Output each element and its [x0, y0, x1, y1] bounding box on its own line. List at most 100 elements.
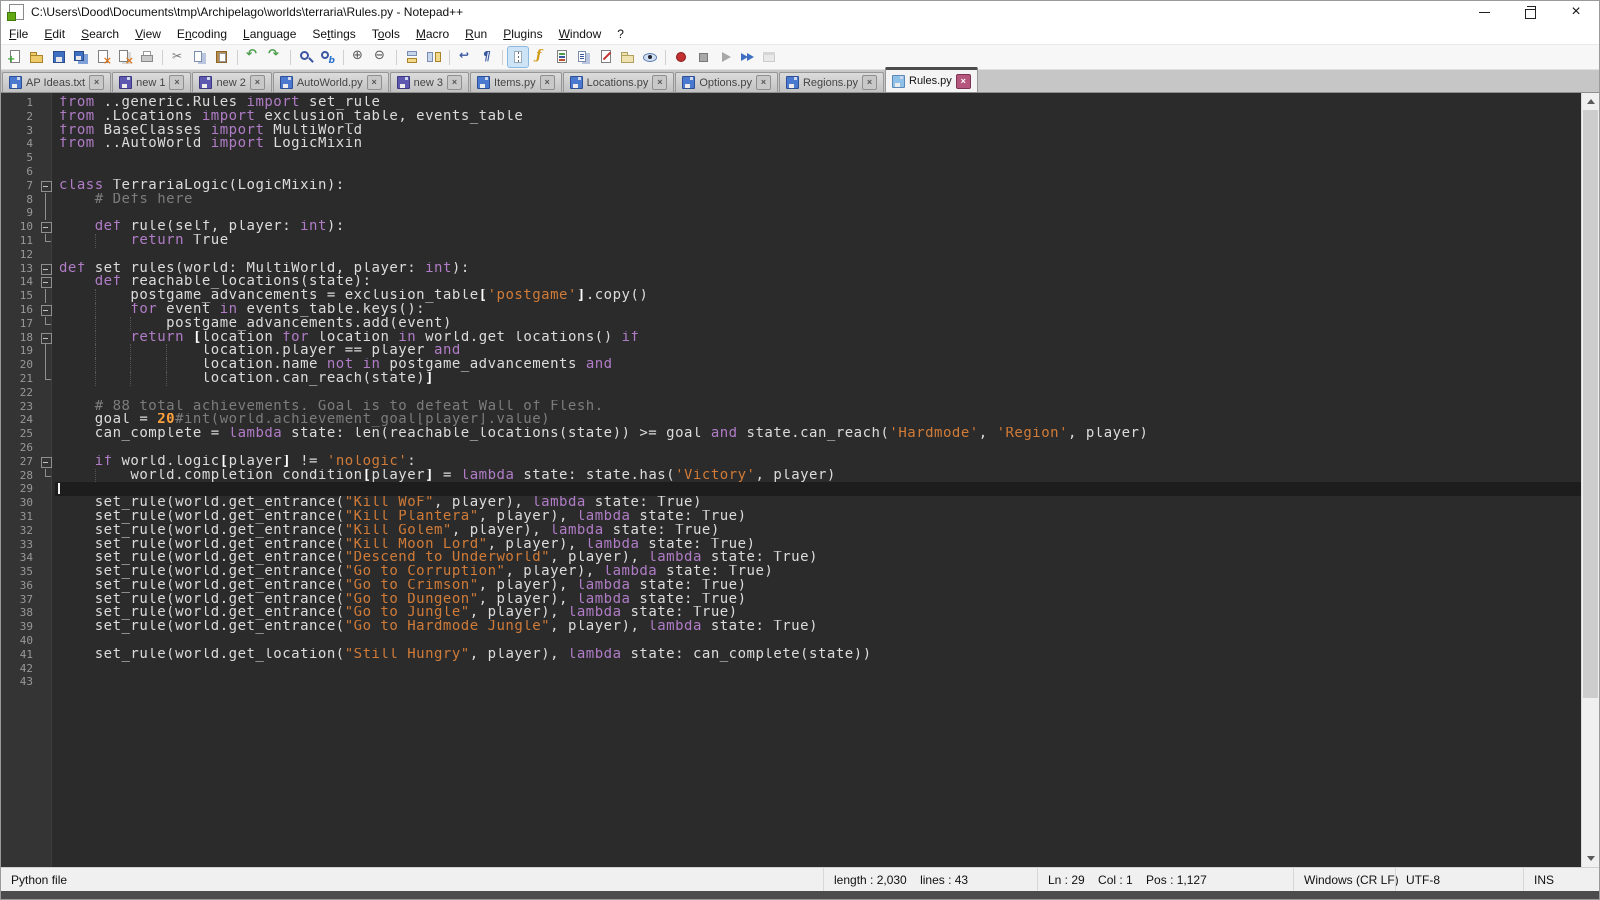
code-line[interactable]: 25 can_complete = lambda state: len(reac… — [1, 427, 1582, 441]
code-line[interactable]: 32 set_rule(world.get_entrance("Kill Gol… — [1, 524, 1582, 538]
menu-item-help[interactable]: ? — [609, 25, 632, 43]
tab-new-2[interactable]: new 2× — [192, 72, 271, 92]
close-all-icon[interactable] — [115, 47, 135, 67]
code-line[interactable]: 38 set_rule(world.get_entrance("Go to Ju… — [1, 606, 1582, 620]
code-line[interactable]: 7class TerrariaLogic(LogicMixin): — [1, 179, 1582, 193]
menu-item-language[interactable]: Language — [235, 25, 304, 43]
code-line[interactable]: 30 set_rule(world.get_entrance("Kill WoF… — [1, 496, 1582, 510]
monitoring-icon[interactable] — [640, 47, 660, 67]
editor[interactable]: 1from ..generic.Rules import set_rule2fr… — [1, 93, 1599, 867]
sync-scroll-vertical-icon[interactable] — [402, 47, 422, 67]
close-tab-icon[interactable]: × — [169, 75, 184, 90]
menu-item-settings[interactable]: Settings — [304, 25, 363, 43]
code-line[interactable]: 19 location.player == player and — [1, 344, 1582, 358]
indent-guide-icon[interactable] — [508, 47, 528, 67]
tab-regions-py[interactable]: Regions.py× — [779, 72, 884, 92]
menu-item-encoding[interactable]: Encoding — [169, 25, 235, 43]
code-line[interactable]: 41 set_rule(world.get_location("Still Hu… — [1, 648, 1582, 662]
menu-item-macro[interactable]: Macro — [408, 25, 457, 43]
zoom-in-icon[interactable] — [349, 47, 369, 67]
fold-collapse-icon[interactable] — [37, 220, 55, 234]
code-line[interactable]: 39 set_rule(world.get_entrance("Go to Ha… — [1, 620, 1582, 634]
edit-pencil-icon[interactable] — [596, 47, 616, 67]
menu-item-tools[interactable]: Tools — [364, 25, 408, 43]
code-line[interactable]: 12 — [1, 248, 1582, 262]
document-map-icon[interactable] — [552, 47, 572, 67]
tab-options-py[interactable]: Options.py× — [675, 72, 778, 92]
tab-autoworld-py[interactable]: AutoWorld.py× — [273, 72, 389, 92]
tab-ap-ideas-txt[interactable]: AP Ideas.txt× — [2, 72, 111, 92]
code-line[interactable]: 10 def rule(self, player: int): — [1, 220, 1582, 234]
code-line[interactable]: 43 — [1, 675, 1582, 689]
menu-item-plugins[interactable]: Plugins — [495, 25, 550, 43]
tab-new-1[interactable]: new 1× — [112, 72, 191, 92]
macro-stop-icon[interactable] — [693, 47, 713, 67]
undo-icon[interactable] — [243, 47, 263, 67]
code-line[interactable]: 34 set_rule(world.get_entrance("Descend … — [1, 551, 1582, 565]
fold-collapse-icon[interactable] — [37, 179, 55, 193]
code-line[interactable]: 42 — [1, 662, 1582, 676]
macro-save-icon[interactable] — [759, 47, 779, 67]
menu-item-view[interactable]: View — [127, 25, 169, 43]
code-line[interactable]: 8 # Defs here — [1, 193, 1582, 207]
code-line[interactable]: 35 set_rule(world.get_entrance("Go to Co… — [1, 565, 1582, 579]
fold-collapse-icon[interactable] — [37, 262, 55, 276]
code-line[interactable]: 3from BaseClasses import MultiWorld — [1, 124, 1582, 138]
close-tab-icon[interactable]: × — [956, 74, 971, 89]
close-file-icon[interactable] — [93, 47, 113, 67]
close-tab-icon[interactable]: × — [756, 75, 771, 90]
code-line[interactable]: 37 set_rule(world.get_entrance("Go to Du… — [1, 593, 1582, 607]
code-line[interactable]: 27 if world.logic[player] != 'nologic': — [1, 455, 1582, 469]
fold-collapse-icon[interactable] — [37, 303, 55, 317]
fold-collapse-icon[interactable] — [37, 275, 55, 289]
cut-icon[interactable] — [168, 47, 188, 67]
code-line[interactable]: 31 set_rule(world.get_entrance("Kill Pla… — [1, 510, 1582, 524]
tab-rules-py[interactable]: Rules.py× — [885, 67, 978, 92]
open-file-icon[interactable] — [27, 47, 47, 67]
code-line[interactable]: 5 — [1, 151, 1582, 165]
code-line[interactable]: 33 set_rule(world.get_entrance("Kill Moo… — [1, 538, 1582, 552]
close-tab-icon[interactable]: × — [89, 75, 104, 90]
close-tab-icon[interactable]: × — [250, 75, 265, 90]
save-all-icon[interactable] — [71, 47, 91, 67]
show-all-characters-icon[interactable] — [477, 47, 497, 67]
word-wrap-icon[interactable] — [455, 47, 475, 67]
sync-scroll-horizontal-icon[interactable] — [424, 47, 444, 67]
save-icon[interactable] — [49, 47, 69, 67]
code-line[interactable]: 16 for event in events_table.keys(): — [1, 303, 1582, 317]
code-line[interactable]: 18 return [location for location in worl… — [1, 331, 1582, 345]
code-line[interactable]: 28 world.completion_condition[player] = … — [1, 469, 1582, 483]
tab-items-py[interactable]: Items.py× — [470, 72, 562, 92]
fold-collapse-icon[interactable] — [37, 331, 55, 345]
copy-icon[interactable] — [190, 47, 210, 67]
document-list-icon[interactable] — [574, 47, 594, 67]
code-line[interactable]: 22 — [1, 386, 1582, 400]
macro-record-icon[interactable] — [671, 47, 691, 67]
code-line[interactable]: 29 — [1, 482, 1582, 496]
menu-item-file[interactable]: File — [1, 25, 36, 43]
find-icon[interactable] — [296, 47, 316, 67]
zoom-out-icon[interactable] — [371, 47, 391, 67]
code-line[interactable]: 14 def reachable_locations(state): — [1, 275, 1582, 289]
scroll-up-button[interactable] — [1582, 93, 1599, 110]
code-line[interactable]: 1from ..generic.Rules import set_rule — [1, 96, 1582, 110]
menu-item-search[interactable]: Search — [73, 25, 127, 43]
scrollbar-thumb[interactable] — [1583, 110, 1598, 698]
code-line[interactable]: 6 — [1, 165, 1582, 179]
close-tab-icon[interactable]: × — [367, 75, 382, 90]
code-line[interactable]: 24 goal = 20#int(world.achievement_goal[… — [1, 413, 1582, 427]
code-line[interactable]: 15 postgame_advancements = exclusion_tab… — [1, 289, 1582, 303]
print-icon[interactable] — [137, 47, 157, 67]
function-list-icon[interactable] — [530, 47, 550, 67]
menu-item-window[interactable]: Window — [551, 25, 610, 43]
close-tab-icon[interactable]: × — [862, 75, 877, 90]
code-line[interactable]: 36 set_rule(world.get_entrance("Go to Cr… — [1, 579, 1582, 593]
code-line[interactable]: 11 return True — [1, 234, 1582, 248]
fold-collapse-icon[interactable] — [37, 455, 55, 469]
menu-item-run[interactable]: Run — [457, 25, 495, 43]
code-line[interactable]: 13def set_rules(world: MultiWorld, playe… — [1, 262, 1582, 276]
code-line[interactable]: 4from ..AutoWorld import LogicMixin — [1, 137, 1582, 151]
code-line[interactable]: 21 location.can_reach(state)] — [1, 372, 1582, 386]
redo-icon[interactable] — [265, 47, 285, 67]
code-line[interactable]: 23 # 88 total achievements. Goal is to d… — [1, 400, 1582, 414]
